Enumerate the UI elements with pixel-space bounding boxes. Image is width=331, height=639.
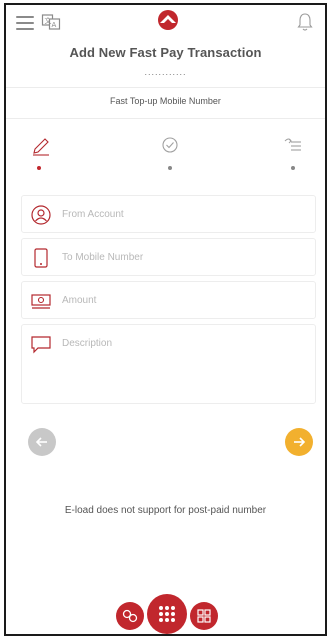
comment-icon <box>31 336 51 354</box>
divider <box>6 87 325 88</box>
top-bar: 文 A <box>6 5 325 41</box>
step-dot-active <box>37 166 41 170</box>
svg-text:A: A <box>52 21 57 29</box>
step-dot <box>291 166 295 170</box>
qr-code-button[interactable] <box>190 602 218 630</box>
settings-nav-button[interactable] <box>116 602 144 630</box>
step-dot <box>168 166 172 170</box>
grid-dots-icon <box>159 606 175 622</box>
svg-text:文: 文 <box>45 16 52 25</box>
gear-cluster-icon <box>122 609 138 623</box>
pencil-icon[interactable] <box>30 135 52 157</box>
to-mobile-number-field[interactable]: To Mobile Number <box>21 238 316 276</box>
hamburger-icon[interactable] <box>16 16 34 30</box>
page-title: Add New Fast Pay Transaction <box>69 45 262 60</box>
from-account-field[interactable]: From Account <box>21 195 316 233</box>
amount-placeholder: Amount <box>62 295 97 306</box>
mobile-phone-icon <box>34 248 48 268</box>
app-screen: 文 A Add New Fast Pay Transaction .......… <box>4 3 327 636</box>
list-arrow-icon[interactable] <box>282 135 304 157</box>
translate-icon[interactable]: 文 A <box>41 12 61 32</box>
user-circle-icon <box>31 205 51 225</box>
to-mobile-number-placeholder: To Mobile Number <box>62 252 144 263</box>
arrow-right-icon <box>294 437 306 447</box>
previous-button[interactable] <box>28 428 56 456</box>
step-indicator <box>6 135 325 175</box>
from-account-placeholder: From Account <box>62 209 124 220</box>
title-dots: ............ <box>144 67 187 77</box>
cash-icon <box>31 294 51 309</box>
main-menu-button[interactable] <box>147 594 187 634</box>
check-shield-icon[interactable] <box>159 135 181 157</box>
qr-code-icon <box>197 609 211 623</box>
divider <box>6 118 325 119</box>
bell-icon[interactable] <box>297 12 313 32</box>
next-button[interactable] <box>285 428 313 456</box>
amount-field[interactable]: Amount <box>21 281 316 319</box>
postpaid-note: E-load does not support for post-paid nu… <box>64 505 267 516</box>
app-logo <box>158 10 178 30</box>
description-field[interactable]: Description <box>21 324 316 404</box>
description-placeholder: Description <box>62 338 113 349</box>
arrow-left-icon <box>35 437 47 447</box>
page-subtitle: Fast Top-up Mobile Number <box>110 96 221 106</box>
